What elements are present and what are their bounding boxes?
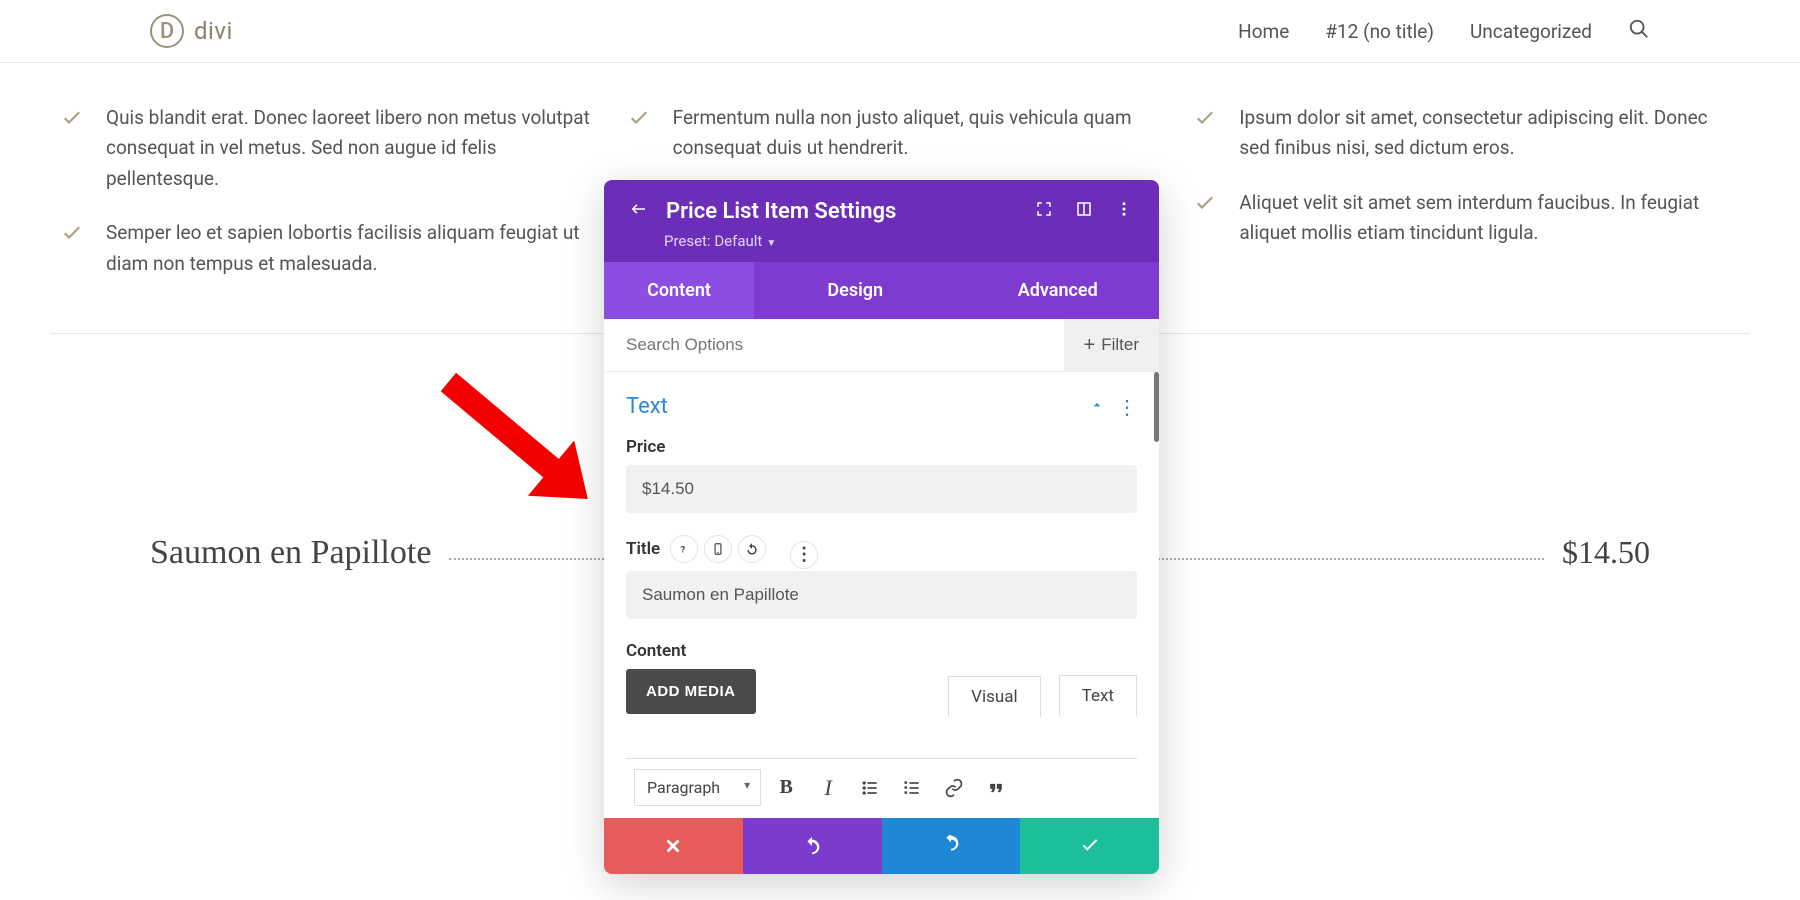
tab-content[interactable]: Content (604, 262, 754, 319)
reset-icon[interactable] (738, 535, 766, 563)
redo-button[interactable] (882, 818, 1021, 874)
check-icon (60, 107, 84, 135)
search-icon[interactable] (1628, 18, 1650, 45)
list-item-text: Quis blandit erat. Donec laoreet libero … (106, 103, 607, 194)
nav-home[interactable]: Home (1238, 20, 1289, 43)
logo-icon: D (150, 14, 184, 48)
field-menu-icon[interactable]: ⋮ (790, 541, 818, 569)
section-title-text[interactable]: Text (626, 394, 668, 419)
responsive-icon[interactable] (704, 535, 732, 563)
content-label: Content (626, 641, 1137, 661)
preset-selector[interactable]: Preset: Default▼ (664, 232, 1137, 250)
search-options-input[interactable] (604, 319, 1064, 371)
bold-icon[interactable]: B (769, 771, 803, 805)
title-label: Title ? ⋮ (626, 535, 1137, 563)
list-item: Ipsum dolor sit amet, consectetur adipis… (1193, 103, 1740, 164)
logo-text: divi (194, 17, 233, 45)
top-nav: Home #12 (no title) Uncategorized (1238, 18, 1650, 45)
back-icon[interactable] (626, 196, 652, 226)
expand-icon[interactable] (1031, 196, 1057, 226)
price-label: Price (626, 437, 1137, 457)
dish-price: $14.50 (1562, 534, 1650, 571)
help-icon[interactable]: ? (670, 535, 698, 563)
dish-name: Saumon en Papillote (150, 534, 431, 572)
list-item-text: Aliquet velit sit amet sem interdum fauc… (1239, 188, 1740, 249)
check-icon (1193, 107, 1217, 135)
link-icon[interactable] (937, 771, 971, 805)
list-item-text: Semper leo et sapien lobortis facilisis … (106, 218, 607, 279)
scrollbar[interactable] (1154, 372, 1159, 442)
editor-tab-text[interactable]: Text (1059, 675, 1137, 716)
kebab-icon[interactable] (1111, 196, 1137, 226)
filter-button[interactable]: +Filter (1064, 319, 1159, 371)
list-item: Semper leo et sapien lobortis facilisis … (60, 218, 607, 279)
paragraph-select[interactable]: Paragraph (634, 769, 761, 806)
nav-uncategorized[interactable]: Uncategorized (1470, 20, 1592, 43)
site-logo[interactable]: D divi (150, 14, 233, 48)
list-item-text: Ipsum dolor sit amet, consectetur adipis… (1239, 103, 1740, 164)
italic-icon[interactable]: I (811, 771, 845, 805)
svg-text:?: ? (681, 545, 686, 556)
tab-design[interactable]: Design (754, 262, 957, 319)
add-media-button[interactable]: ADD MEDIA (626, 669, 756, 714)
modal-title: Price List Item Settings (666, 199, 1017, 224)
list-item-text: Fermentum nulla non justo aliquet, quis … (673, 103, 1174, 164)
undo-button[interactable] (743, 818, 882, 874)
numbered-list-icon[interactable] (895, 771, 929, 805)
check-icon (1193, 192, 1217, 220)
modal-tabs: Content Design Advanced (604, 262, 1159, 319)
check-icon (60, 222, 84, 250)
check-icon (627, 107, 651, 135)
snap-icon[interactable] (1071, 196, 1097, 226)
title-input[interactable] (626, 571, 1137, 619)
bullet-list-icon[interactable] (853, 771, 887, 805)
save-button[interactable] (1020, 818, 1159, 874)
editor-tab-visual[interactable]: Visual (948, 676, 1040, 717)
price-input[interactable] (626, 465, 1137, 513)
quote-icon[interactable] (979, 771, 1013, 805)
list-item: Quis blandit erat. Donec laoreet libero … (60, 103, 607, 194)
list-item: Aliquet velit sit amet sem interdum fauc… (1193, 188, 1740, 249)
cancel-button[interactable] (604, 818, 743, 874)
modal-header[interactable]: Price List Item Settings Preset: Default… (604, 180, 1159, 262)
collapse-icon[interactable] (1089, 397, 1105, 417)
settings-modal: Price List Item Settings Preset: Default… (604, 180, 1159, 874)
list-item: Fermentum nulla non justo aliquet, quis … (627, 103, 1174, 164)
nav-12[interactable]: #12 (no title) (1325, 20, 1434, 43)
tab-advanced[interactable]: Advanced (957, 262, 1160, 319)
